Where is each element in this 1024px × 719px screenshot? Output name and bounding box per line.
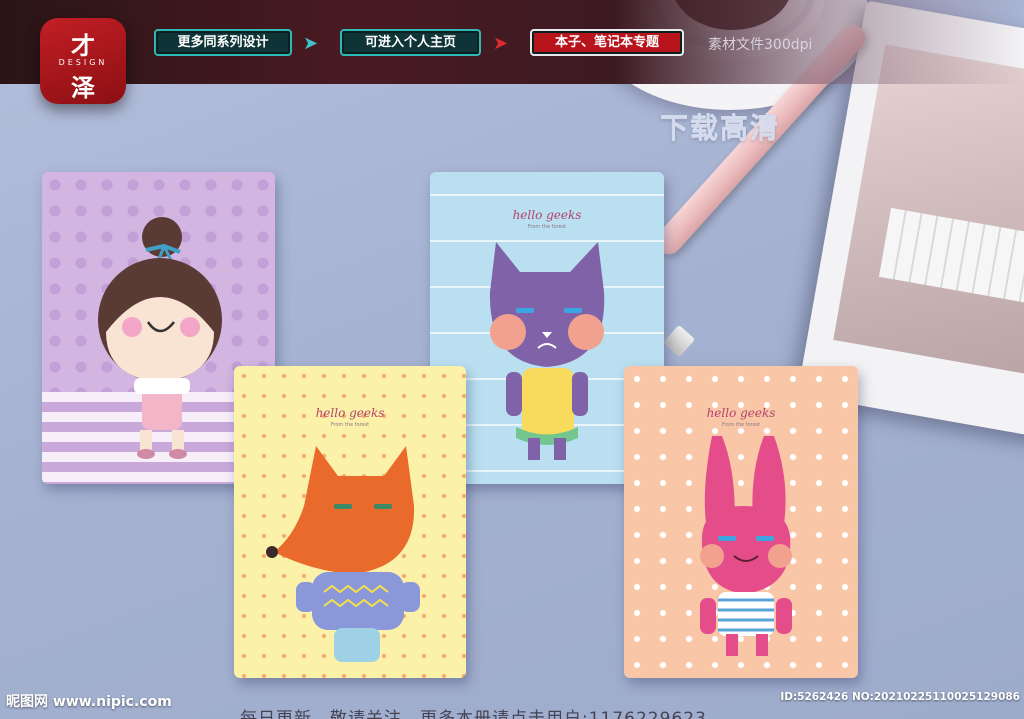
notebook-topic-button[interactable]: 本子、笔记本专题 xyxy=(530,29,684,56)
spec-text: 素材文件300dpi xyxy=(708,37,813,53)
image-id-watermark: ID:5262426 NO:20210225110025129086 xyxy=(780,691,1020,703)
more-series-button[interactable]: 更多同系列设计 xyxy=(154,29,292,56)
arrow-icon: ➤ xyxy=(303,33,319,54)
brand-logo[interactable]: 才 DESIGN 泽 xyxy=(40,18,126,104)
nipic-watermark: 昵图网 www.nipic.com xyxy=(6,694,172,710)
notebook-rabbit: hello geeks From the forest xyxy=(624,366,858,678)
rabbit-illustration xyxy=(700,436,792,656)
logo-char-bottom: 泽 xyxy=(71,73,95,102)
download-hd-label: 下载高清 xyxy=(660,111,781,144)
bottom-promo-text: 每日更新，敬请关注，更多本册请点击用户:1176229623 xyxy=(240,709,707,719)
arrow-icon: ➤ xyxy=(493,33,509,54)
logo-brand: DESIGN xyxy=(58,58,108,67)
personal-homepage-button[interactable]: 可进入个人主页 xyxy=(340,29,481,56)
notebook-fox: hello geeks From the forest xyxy=(234,366,466,678)
logo-char-top: 才 xyxy=(71,31,95,60)
fox-illustration xyxy=(266,446,420,662)
tablet-screen xyxy=(833,44,1024,375)
